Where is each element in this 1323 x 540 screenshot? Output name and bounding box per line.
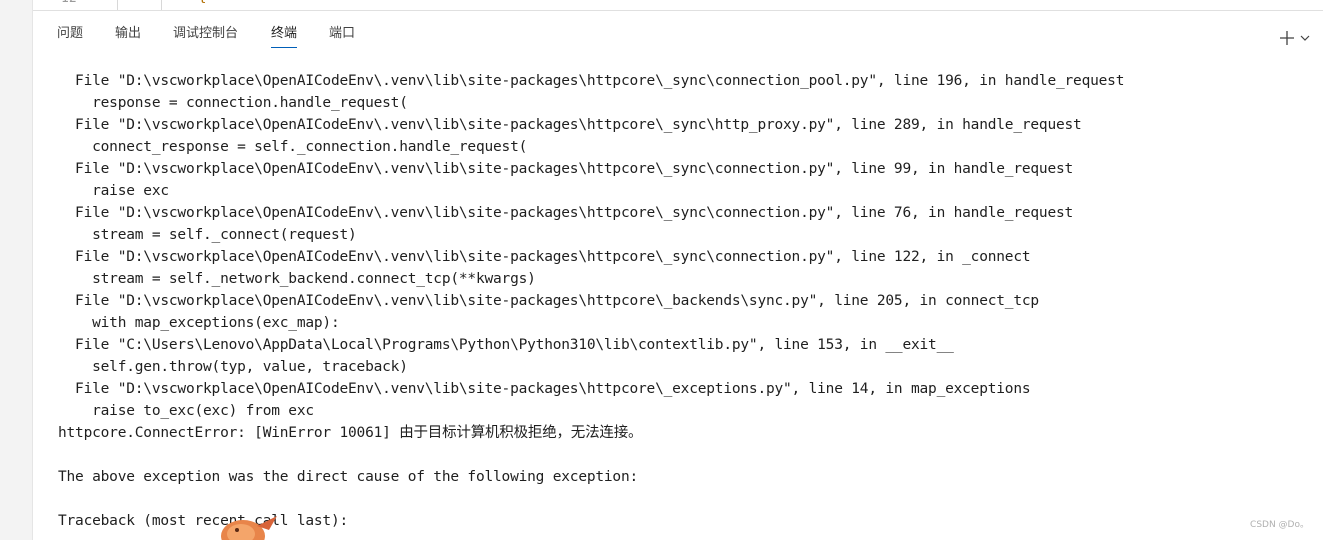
- terminal-line: stream = self._network_backend.connect_t…: [58, 271, 536, 287]
- terminal-line: with map_exceptions(exc_map):: [58, 315, 340, 331]
- bottom-panel: 12 { 问题 输出 调试控制台 终端 端口 File "D:\vscworkp…: [33, 0, 1323, 540]
- panel-tabs: 问题 输出 调试控制台 终端 端口: [33, 12, 1323, 50]
- terminal-line: File "D:\vscworkplace\OpenAICodeEnv\.ven…: [58, 73, 1125, 89]
- plus-icon[interactable]: [1279, 30, 1295, 46]
- line-number: 12: [61, 0, 77, 6]
- terminal-line: raise exc: [58, 183, 169, 199]
- terminal-line: File "D:\vscworkplace\OpenAICodeEnv\.ven…: [58, 205, 1074, 221]
- terminal-line: File "D:\vscworkplace\OpenAICodeEnv\.ven…: [58, 293, 1039, 309]
- terminal-line: stream = self._connect(request): [58, 227, 357, 243]
- terminal-line: The above exception was the direct cause…: [58, 469, 639, 485]
- sticker-image: [221, 516, 277, 540]
- editor-strip: 12 {: [33, 0, 1323, 11]
- terminal-line: response = connection.handle_request(: [58, 95, 408, 111]
- tab-terminal[interactable]: 终端: [271, 22, 298, 48]
- tab-problems[interactable]: 问题: [57, 22, 83, 47]
- gutter-divider: [117, 0, 118, 10]
- chevron-down-icon[interactable]: [1299, 32, 1311, 44]
- tab-debug-console[interactable]: 调试控制台: [173, 22, 238, 47]
- tab-output[interactable]: 输出: [115, 22, 141, 47]
- terminal-line: File "D:\vscworkplace\OpenAICodeEnv\.ven…: [58, 249, 1031, 265]
- code-brace: {: [198, 0, 206, 5]
- terminal-line: File "D:\vscworkplace\OpenAICodeEnv\.ven…: [58, 117, 1082, 133]
- watermark: CSDN @Do。: [1250, 520, 1309, 530]
- terminal-line: httpcore.ConnectError: [WinError 10061] …: [58, 425, 643, 441]
- panel-actions: [1279, 30, 1311, 46]
- terminal-line: raise to_exc(exc) from exc: [58, 403, 314, 419]
- tab-ports[interactable]: 端口: [329, 22, 355, 47]
- terminal-output[interactable]: File "D:\vscworkplace\OpenAICodeEnv\.ven…: [58, 70, 1323, 540]
- terminal-line: File "D:\vscworkplace\OpenAICodeEnv\.ven…: [58, 381, 1031, 397]
- terminal-line: File "D:\vscworkplace\OpenAICodeEnv\.ven…: [58, 161, 1074, 177]
- terminal-line: connect_response = self._connection.hand…: [58, 139, 528, 155]
- activity-gutter: [0, 0, 33, 540]
- terminal-line: self.gen.throw(typ, value, traceback): [58, 359, 408, 375]
- terminal-line: File "C:\Users\Lenovo\AppData\Local\Prog…: [58, 337, 954, 353]
- gutter-divider: [161, 0, 162, 10]
